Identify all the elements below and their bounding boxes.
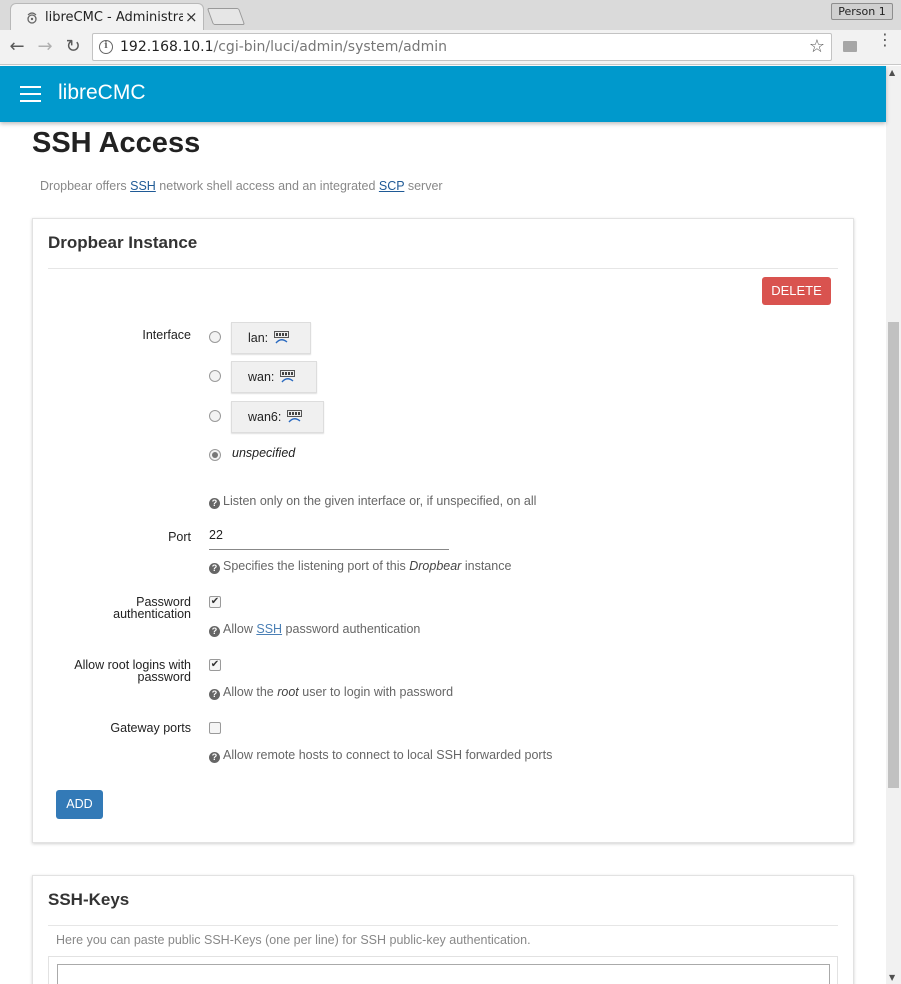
gateway-ports-help: ? Allow remote hosts to connect to local …	[209, 748, 552, 763]
profile-button[interactable]: Person 1	[831, 3, 893, 20]
password-auth-checkbox[interactable]: ✔	[209, 596, 221, 608]
port-help-prefix: Specifies the listening port of this	[223, 559, 406, 573]
port-label: Port	[168, 530, 191, 544]
interface-label-wan6: wan6:	[248, 410, 282, 424]
desc-prefix: Dropbear offers	[40, 179, 127, 193]
root-help-em: root	[277, 685, 299, 699]
port-help: ? Specifies the listening port of this Dr…	[209, 559, 511, 574]
help-icon: ?	[209, 563, 220, 574]
gateway-ports-label: Gateway ports	[110, 721, 191, 735]
scroll-up-icon[interactable]: ▲	[889, 68, 895, 77]
root-help-prefix: Allow the	[223, 685, 274, 699]
desc-suffix: server	[407, 179, 443, 193]
app-header: libreCMC	[0, 66, 886, 122]
bookmark-star-icon[interactable]: ☆	[809, 36, 825, 57]
interface-help-text: Listen only on the given interface or, i…	[223, 494, 537, 508]
help-icon: ?	[209, 498, 220, 509]
interface-radio-wan[interactable]	[209, 370, 221, 382]
port-input[interactable]: 22	[209, 525, 449, 550]
network-icon	[280, 370, 295, 383]
browser-tab[interactable]: libreCMC - Administrat ×	[10, 3, 204, 30]
browser-toolbar: ← → ↻ i 192.168.10.1/cgi-bin/luci/admin/…	[0, 30, 901, 65]
interface-label: Interface	[142, 328, 191, 342]
root-login-label: Allow root logins with password	[74, 659, 192, 684]
tab-title: libreCMC - Administrat	[45, 10, 183, 25]
gateway-ports-checkbox[interactable]	[209, 722, 221, 734]
router-favicon-icon	[27, 12, 37, 24]
port-help-suffix: instance	[464, 559, 512, 573]
help-icon: ?	[209, 752, 220, 763]
interface-option-wan6[interactable]: wan6:	[231, 401, 324, 433]
port-help-em: Dropbear	[409, 559, 462, 573]
delete-button[interactable]: DELETE	[762, 277, 831, 305]
gateway-help-text: Allow remote hosts to connect to local S…	[223, 748, 553, 762]
browser-tab-strip: libreCMC - Administrat × Person 1	[0, 0, 901, 30]
ssh-keys-panel: SSH-Keys Here you can paste public SSH-K…	[32, 875, 854, 984]
scp-link[interactable]: SCP	[379, 179, 404, 193]
panel-divider	[48, 925, 838, 926]
panel-divider	[48, 268, 838, 269]
root-help-suffix: user to login with password	[302, 685, 454, 699]
scroll-down-icon[interactable]: ▼	[889, 973, 895, 982]
desc-middle: network shell access and an integrated	[159, 179, 376, 193]
dropbear-instance-panel: Dropbear Instance DELETE Interface lan: …	[32, 218, 854, 843]
interface-label-wan: wan:	[248, 370, 275, 384]
interface-radio-unspecified[interactable]	[209, 449, 221, 461]
hamburger-menu-icon[interactable]	[20, 86, 42, 102]
ssh-keys-textarea[interactable]	[57, 964, 830, 984]
panel-title: SSH-Keys	[48, 890, 130, 909]
page-title: SSH Access	[32, 127, 201, 159]
ssh-link[interactable]: SSH	[130, 179, 156, 193]
root-login-label-line2: password	[137, 670, 192, 684]
browser-menu-icon[interactable]: ⋮	[877, 32, 893, 48]
forward-arrow-icon[interactable]: →	[34, 36, 56, 58]
reload-icon[interactable]: ↻	[62, 36, 84, 58]
help-icon: ?	[209, 689, 220, 700]
info-icon[interactable]: i	[99, 40, 113, 54]
back-arrow-icon[interactable]: ←	[6, 36, 28, 58]
tab-close-icon[interactable]: ×	[185, 8, 198, 26]
help-icon: ?	[209, 626, 220, 637]
interface-radio-wan6[interactable]	[209, 410, 221, 422]
url-host: 192.168.10.1	[120, 39, 214, 55]
interface-help: ? Listen only on the given interface or, …	[209, 494, 536, 509]
cast-icon[interactable]	[843, 41, 857, 52]
password-help-prefix: Allow	[223, 622, 253, 636]
page-description: Dropbear offers SSH network shell access…	[40, 179, 443, 193]
root-login-checkbox[interactable]: ✔	[209, 659, 221, 671]
page-scrollbar[interactable]: ▲ ▼	[886, 66, 901, 984]
new-tab-button[interactable]	[206, 8, 246, 25]
address-bar[interactable]: i 192.168.10.1/cgi-bin/luci/admin/system…	[92, 33, 832, 61]
panel-title: Dropbear Instance	[48, 233, 198, 252]
interface-option-unspecified[interactable]: unspecified	[232, 446, 295, 460]
interface-option-wan[interactable]: wan:	[231, 361, 317, 393]
ssh-keys-description: Here you can paste public SSH-Keys (one …	[56, 933, 531, 947]
root-login-help: ? Allow the root user to login with passw…	[209, 685, 453, 700]
add-button[interactable]: ADD	[56, 790, 103, 819]
brand-title[interactable]: libreCMC	[58, 81, 146, 105]
interface-radio-lan[interactable]	[209, 331, 221, 343]
password-auth-label-line2: authentication	[113, 607, 191, 621]
url-path: /cgi-bin/luci/admin/system/admin	[213, 39, 447, 55]
url-text[interactable]: 192.168.10.1/cgi-bin/luci/admin/system/a…	[120, 39, 447, 55]
password-help-suffix: password authentication	[285, 622, 421, 636]
ssh-help-link[interactable]: SSH	[256, 622, 282, 636]
scroll-thumb[interactable]	[888, 322, 899, 788]
network-icon	[274, 331, 289, 344]
network-icon	[287, 410, 302, 423]
password-auth-label: Password authentication	[113, 596, 191, 621]
password-auth-help: ? Allow SSH password authentication	[209, 622, 420, 637]
interface-label-lan: lan:	[248, 331, 269, 345]
interface-option-lan[interactable]: lan:	[231, 322, 311, 354]
